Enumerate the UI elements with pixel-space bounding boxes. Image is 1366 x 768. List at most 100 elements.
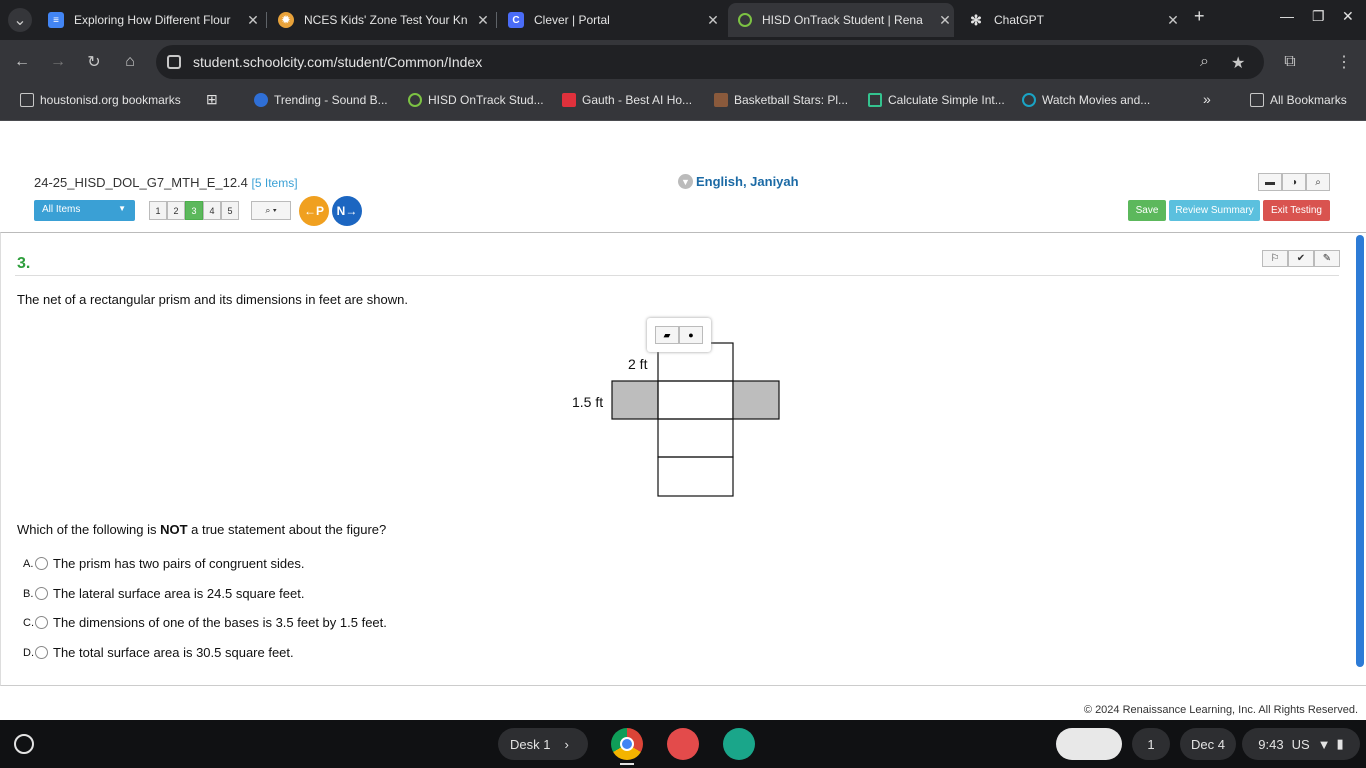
arrow-left-icon: ← — [303, 204, 316, 218]
contrast-icon[interactable]: ◑ — [1282, 173, 1306, 191]
figure-tools: ▰ ● — [647, 318, 711, 352]
question-nav-3[interactable]: 3 — [185, 201, 203, 220]
clever-c-icon: C — [508, 12, 524, 28]
phone-hub-tray[interactable] — [1056, 728, 1122, 760]
classroom-icon[interactable] — [723, 728, 755, 760]
tab-nces[interactable]: ✹ NCES Kids' Zone Test Your Kn ✕ — [270, 6, 492, 34]
chrome-icon[interactable] — [611, 728, 643, 760]
close-tab-icon[interactable]: ✕ — [1164, 12, 1182, 29]
tab-ontrack[interactable]: HISD OnTrack Student | Rena ✕ — [728, 3, 954, 37]
forward-icon[interactable]: → — [46, 50, 70, 74]
desk-switcher[interactable]: Desk 1 › — [498, 728, 588, 760]
tab-search-chevron-icon[interactable]: ⌄ — [8, 8, 32, 32]
back-icon[interactable]: ← — [10, 50, 34, 74]
bookmark-star-icon[interactable]: ★ — [1231, 53, 1245, 73]
tab-docs[interactable]: ≡ Exploring How Different Flour ✕ — [40, 6, 262, 34]
choice-d[interactable]: D. The total surface area is 30.5 square… — [23, 645, 294, 660]
address-bar[interactable]: student.schoolcity.com/student/Common/In… — [156, 45, 1264, 79]
maximize-icon[interactable]: ❐ — [1312, 8, 1325, 25]
eraser-icon[interactable]: ▰ — [655, 326, 679, 344]
wifi-icon: ▼ — [1317, 736, 1331, 752]
chevron-down-icon: ▼ — [678, 174, 693, 189]
radio-button[interactable] — [35, 646, 48, 659]
radio-button[interactable] — [35, 557, 48, 570]
comment-icon[interactable]: ● — [679, 326, 703, 344]
all-items-dropdown[interactable]: All Items ▼ — [34, 200, 135, 221]
question-nav-4[interactable]: 4 — [203, 201, 221, 220]
radio-button[interactable] — [35, 587, 48, 600]
review-summary-button[interactable]: Review Summary — [1169, 200, 1260, 221]
all-bookmarks[interactable]: All Bookmarks — [1250, 93, 1347, 107]
bookmark-calculate[interactable]: Calculate Simple Int... — [868, 93, 1005, 107]
question-nav-1[interactable]: 1 — [149, 201, 167, 220]
tab-strip: ⌄ ≡ Exploring How Different Flour ✕ ✹ NC… — [0, 0, 1366, 40]
scrollbar[interactable] — [1356, 235, 1364, 667]
net-face-lower — [657, 418, 734, 458]
question-nav-2[interactable]: 2 — [167, 201, 185, 220]
launcher-icon[interactable] — [14, 734, 34, 754]
active-app-indicator — [620, 763, 634, 765]
previous-button[interactable]: ← P — [299, 196, 329, 226]
question-number: 3. — [17, 255, 31, 272]
bookmark-ontrack[interactable]: HISD OnTrack Stud... — [408, 93, 544, 107]
prompt-emphasis: NOT — [160, 522, 188, 537]
bookmark-houstonisd[interactable]: houstonisd.org bookmarks — [20, 93, 181, 107]
tab-clever[interactable]: C Clever | Portal ✕ — [500, 6, 722, 34]
exit-testing-button[interactable]: Exit Testing — [1263, 200, 1330, 221]
close-tab-icon[interactable]: ✕ — [474, 12, 492, 29]
save-button[interactable]: Save — [1128, 200, 1166, 221]
date[interactable]: Dec 4 — [1180, 728, 1236, 760]
next-button[interactable]: N → — [332, 196, 362, 226]
apps-grid-icon[interactable]: ⊞ — [206, 91, 218, 108]
question-nav-5[interactable]: 5 — [221, 201, 239, 220]
new-tab-icon[interactable]: + — [1194, 6, 1205, 27]
close-tab-icon[interactable]: ✕ — [244, 12, 262, 29]
close-tab-icon[interactable]: ✕ — [704, 12, 722, 29]
checkmark-icon[interactable]: ✔ — [1288, 250, 1314, 267]
status-tray[interactable]: 9:43 US ▼ ▮ — [1242, 728, 1360, 760]
more-bookmarks-icon[interactable]: » — [1203, 91, 1211, 107]
tab-chatgpt[interactable]: ✻ ChatGPT ✕ — [960, 6, 1182, 34]
divider — [15, 275, 1339, 276]
student-name[interactable]: ▼ English, Janiyah — [678, 174, 799, 189]
question-prompt: Which of the following is NOT a true sta… — [17, 522, 386, 537]
choice-text[interactable]: The prism has two pairs of congruent sid… — [53, 556, 304, 571]
home-icon[interactable]: ⌂ — [118, 50, 142, 74]
all-items-label: All Items — [42, 204, 81, 215]
magnifier-icon[interactable]: ⌕ — [1306, 173, 1330, 191]
bookmark-trending[interactable]: Trending - Sound B... — [254, 93, 388, 107]
radio-button[interactable] — [35, 616, 48, 629]
minimize-icon[interactable]: — — [1280, 8, 1294, 24]
choice-a[interactable]: A. The prism has two pairs of congruent … — [23, 556, 304, 571]
net-face-bottom — [657, 456, 734, 497]
choice-letter: D. — [23, 646, 34, 659]
close-tab-icon[interactable]: ✕ — [936, 12, 954, 29]
tab-separator — [496, 12, 497, 28]
net-face-center — [657, 380, 734, 420]
net-face-left — [611, 380, 659, 420]
site-info-icon[interactable] — [167, 55, 181, 69]
bookmark-basketball[interactable]: Basketball Stars: Pl... — [714, 93, 848, 107]
flag-icon[interactable]: ⚐ — [1262, 250, 1288, 267]
reload-icon[interactable]: ↻ — [82, 50, 106, 74]
search-dropdown[interactable]: ⌕ ▾ — [251, 201, 291, 220]
prompt-post: a true statement about the figure? — [187, 522, 387, 537]
choice-letter: B. — [23, 587, 34, 600]
canvas-paint-icon[interactable] — [667, 728, 699, 760]
close-window-icon[interactable]: ✕ — [1342, 8, 1354, 25]
bookmark-gauth[interactable]: Gauth - Best AI Ho... — [562, 93, 692, 107]
briefcase-icon[interactable]: ▬ — [1258, 173, 1282, 191]
choice-text[interactable]: The lateral surface area is 24.5 square … — [53, 586, 304, 601]
choice-text[interactable]: The dimensions of one of the bases is 3.… — [53, 615, 387, 630]
desk-label: Desk 1 — [510, 736, 551, 752]
edit-note-icon[interactable]: ✎ — [1314, 250, 1340, 267]
choice-b[interactable]: B. The lateral surface area is 24.5 squa… — [23, 586, 304, 601]
menu-kebab-icon[interactable]: ⋮ — [1332, 50, 1356, 74]
notification-badge[interactable]: 1 — [1132, 728, 1170, 760]
bookmark-movies[interactable]: Watch Movies and... — [1022, 93, 1150, 107]
url-text[interactable]: student.schoolcity.com/student/Common/In… — [193, 54, 482, 70]
choice-text[interactable]: The total surface area is 30.5 square fe… — [53, 645, 294, 660]
extensions-icon[interactable]: ⧉ — [1278, 50, 1302, 74]
choice-c[interactable]: C. The dimensions of one of the bases is… — [23, 615, 387, 630]
zoom-icon[interactable]: ⌕ — [1200, 53, 1209, 71]
